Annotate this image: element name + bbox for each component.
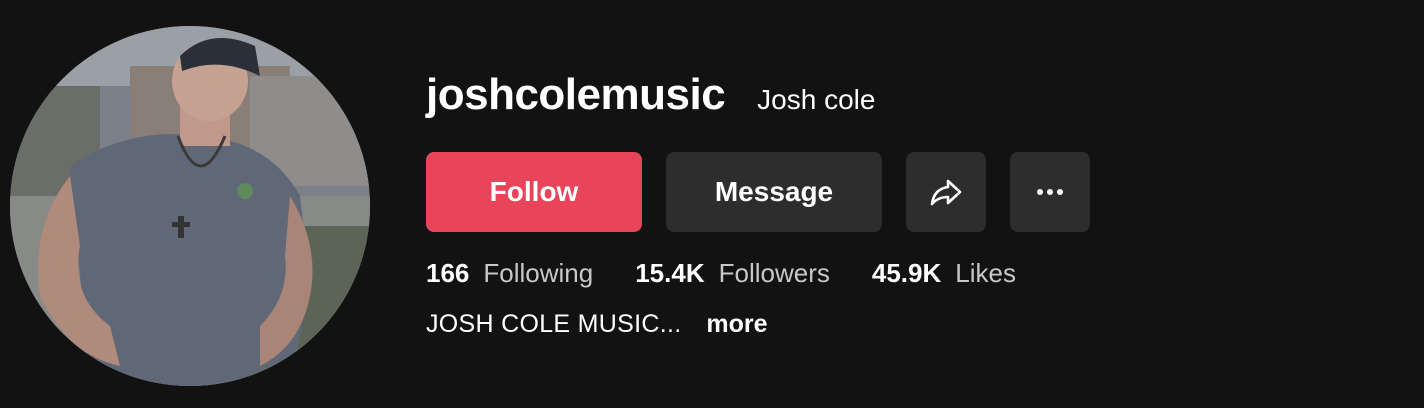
username: joshcolemusic — [426, 70, 726, 119]
profile-stats: 166 Following 15.4K Followers 45.9K Like… — [426, 258, 1058, 289]
name-row: joshcolemusic Josh cole — [426, 70, 875, 134]
likes-count: 45.9K — [871, 258, 942, 288]
profile-header: joshcolemusic Josh cole Follow Message 1… — [0, 0, 1424, 408]
stat-following[interactable]: 166 Following — [426, 258, 593, 289]
bio: JOSH COLE MUSIC... more — [426, 310, 768, 339]
following-label: Following — [483, 258, 594, 288]
followers-label: Followers — [718, 258, 830, 288]
message-button[interactable]: Message — [666, 152, 882, 232]
bio-text: JOSH COLE MUSIC... — [426, 310, 682, 338]
following-count: 166 — [426, 258, 470, 288]
action-buttons: Follow Message — [426, 152, 1090, 232]
avatar-photo — [10, 26, 370, 386]
follow-button[interactable]: Follow — [426, 152, 642, 232]
nickname: Josh cole — [757, 84, 876, 115]
stat-likes: 45.9K Likes — [872, 258, 1016, 289]
followers-count: 15.4K — [635, 258, 705, 288]
likes-label: Likes — [955, 258, 1016, 288]
more-options-icon — [1037, 189, 1063, 195]
share-icon — [930, 179, 962, 206]
stat-followers[interactable]: 15.4K Followers — [635, 258, 830, 289]
avatar[interactable] — [10, 26, 370, 386]
more-options-button[interactable] — [1010, 152, 1090, 232]
share-button[interactable] — [906, 152, 986, 232]
bio-more-link[interactable]: more — [706, 310, 767, 338]
profile-info: joshcolemusic Josh cole Follow Message 1… — [426, 70, 1090, 338]
